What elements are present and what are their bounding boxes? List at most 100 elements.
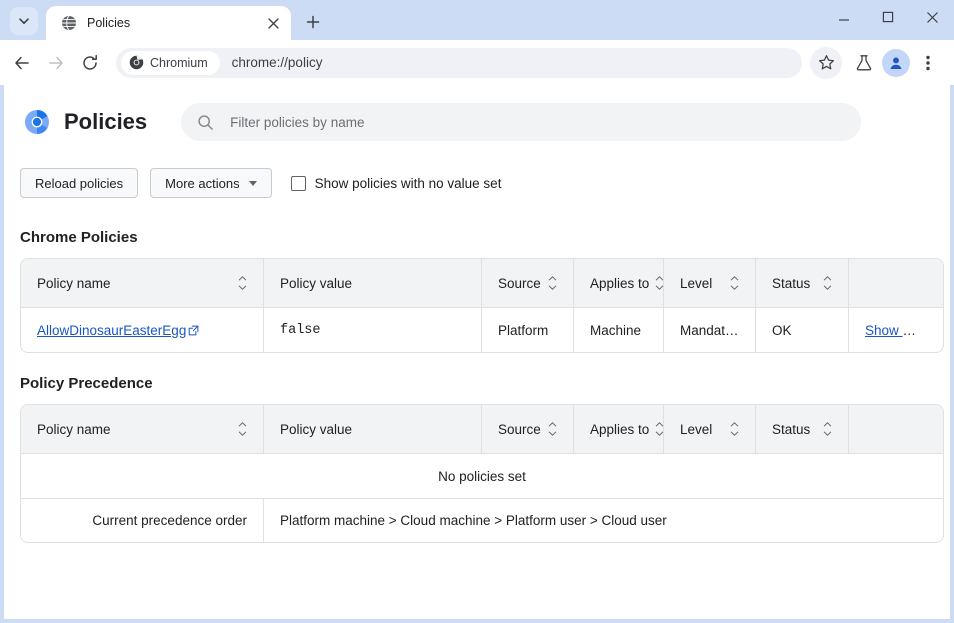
external-link-icon	[189, 325, 199, 335]
maximize-button[interactable]	[866, 0, 910, 34]
more-actions-button[interactable]: More actions	[150, 168, 272, 198]
cell-status: OK	[756, 308, 849, 352]
chromium-chip: Chromium	[121, 50, 220, 75]
show-no-value-label: Show policies with no value set	[314, 175, 502, 191]
policy-name-text: AllowDinosaurEasterEgg	[37, 322, 187, 338]
sort-icon	[730, 422, 739, 436]
show-no-value-checkbox[interactable]: Show policies with no value set	[290, 175, 502, 191]
policy-precedence-title: Policy Precedence	[20, 375, 153, 392]
chevron-down-icon	[19, 18, 29, 24]
search-input[interactable]	[228, 113, 793, 131]
tab-policies[interactable]: Policies	[46, 6, 291, 40]
reload-button[interactable]	[74, 47, 106, 79]
col-label: Policy value	[280, 421, 353, 437]
globe-icon	[60, 15, 77, 32]
browser-toolbar: Chromium chrome://policy	[0, 40, 954, 85]
bookmark-button[interactable]	[810, 46, 842, 79]
empty-message: No policies set	[438, 468, 526, 484]
sort-icon	[238, 422, 247, 436]
precedence-value: Platform machine > Cloud machine > Platf…	[264, 498, 943, 542]
sort-icon	[238, 276, 247, 290]
forward-button[interactable]	[40, 47, 72, 79]
address-bar[interactable]: Chromium chrome://policy	[116, 47, 802, 78]
col-actions	[849, 259, 943, 308]
new-tab-button[interactable]	[299, 8, 327, 36]
chromium-icon	[129, 55, 144, 70]
sort-icon	[548, 422, 557, 436]
precedence-row: Current precedence order Platform machin…	[21, 498, 943, 542]
col-label: Status	[772, 421, 811, 437]
col-actions	[849, 405, 943, 454]
sort-icon	[655, 276, 664, 290]
col-applies-to[interactable]: Applies to	[574, 405, 664, 454]
table-header-row: Policy name Policy value Source Applies …	[21, 259, 943, 308]
col-label: Status	[772, 275, 811, 291]
labs-button[interactable]	[848, 47, 880, 79]
policy-filter-box[interactable]	[181, 103, 862, 141]
col-label: Policy value	[280, 275, 353, 291]
sort-icon	[655, 422, 664, 436]
chip-label: Chromium	[150, 55, 208, 70]
star-icon	[818, 55, 834, 70]
browser-menu-button[interactable]	[912, 47, 944, 79]
col-status[interactable]: Status	[756, 259, 849, 308]
policy-actions-row: Reload policies More actions Show polici…	[20, 168, 934, 198]
close-icon[interactable]	[263, 13, 283, 33]
col-status[interactable]: Status	[756, 405, 849, 454]
col-source[interactable]: Source	[482, 405, 574, 454]
col-label: Level	[680, 421, 713, 437]
page-viewport-wrapper: Policies Reload policies More act	[0, 85, 954, 623]
col-label: Source	[498, 275, 541, 291]
chevron-down-icon	[248, 180, 257, 186]
flask-icon	[856, 54, 872, 70]
col-level[interactable]: Level	[664, 405, 756, 454]
browser-window: Policies Chromium chrome://policy Polici…	[0, 0, 954, 623]
chrome-policies-title: Chrome Policies	[20, 229, 138, 246]
back-arrow-icon	[15, 56, 29, 69]
back-button[interactable]	[6, 47, 38, 79]
window-controls	[822, 0, 954, 34]
table-header-row: Policy name Policy value Source Applies …	[21, 405, 943, 454]
col-label: Policy name	[37, 421, 111, 437]
chromium-logo-icon	[24, 109, 50, 135]
col-label: Applies to	[590, 421, 650, 437]
reload-policies-button[interactable]: Reload policies	[20, 168, 139, 198]
cell-source: Platform	[482, 308, 574, 352]
tab-title: Policies	[87, 16, 131, 30]
reload-icon	[83, 54, 97, 70]
minimize-button[interactable]	[822, 0, 866, 34]
page-title: Policies	[64, 109, 148, 134]
cell-policy-name: AllowDinosaurEasterEgg	[21, 308, 264, 352]
col-label: Level	[680, 275, 713, 291]
page-viewport: Policies Reload policies More act	[4, 85, 950, 619]
tab-strip: Policies	[0, 0, 954, 40]
col-policy-name[interactable]: Policy name	[21, 259, 264, 308]
cell-actions: Show more	[849, 308, 943, 352]
show-more-link[interactable]: Show more	[865, 323, 933, 338]
profile-button[interactable]	[882, 48, 910, 77]
reload-policies-label: Reload policies	[35, 175, 124, 191]
forward-arrow-icon	[49, 56, 63, 69]
checkbox-box[interactable]	[290, 175, 306, 191]
person-icon	[890, 57, 902, 69]
tab-search-button[interactable]	[10, 7, 38, 35]
more-actions-label: More actions	[165, 175, 240, 191]
col-policy-value[interactable]: Policy value	[264, 259, 482, 308]
table-row: AllowDinosaurEasterEgg false Platform Ma…	[21, 308, 943, 352]
col-applies-to[interactable]: Applies to	[574, 259, 664, 308]
policy-precedence-table: Policy name Policy value Source Applies …	[20, 404, 944, 543]
col-policy-value[interactable]: Policy value	[264, 405, 482, 454]
col-level[interactable]: Level	[664, 259, 756, 308]
col-source[interactable]: Source	[482, 259, 574, 308]
close-window-button[interactable]	[910, 0, 954, 34]
col-policy-name[interactable]: Policy name	[21, 405, 264, 454]
precedence-label: Current precedence order	[21, 498, 264, 542]
plus-icon	[306, 15, 320, 29]
sort-icon	[548, 276, 557, 290]
sort-icon	[730, 276, 739, 290]
sort-icon	[823, 276, 832, 290]
cell-applies-to: Machine	[574, 308, 664, 352]
sort-icon	[823, 422, 832, 436]
policy-name-link[interactable]: AllowDinosaurEasterEgg	[37, 323, 199, 338]
close-icon	[926, 11, 938, 23]
